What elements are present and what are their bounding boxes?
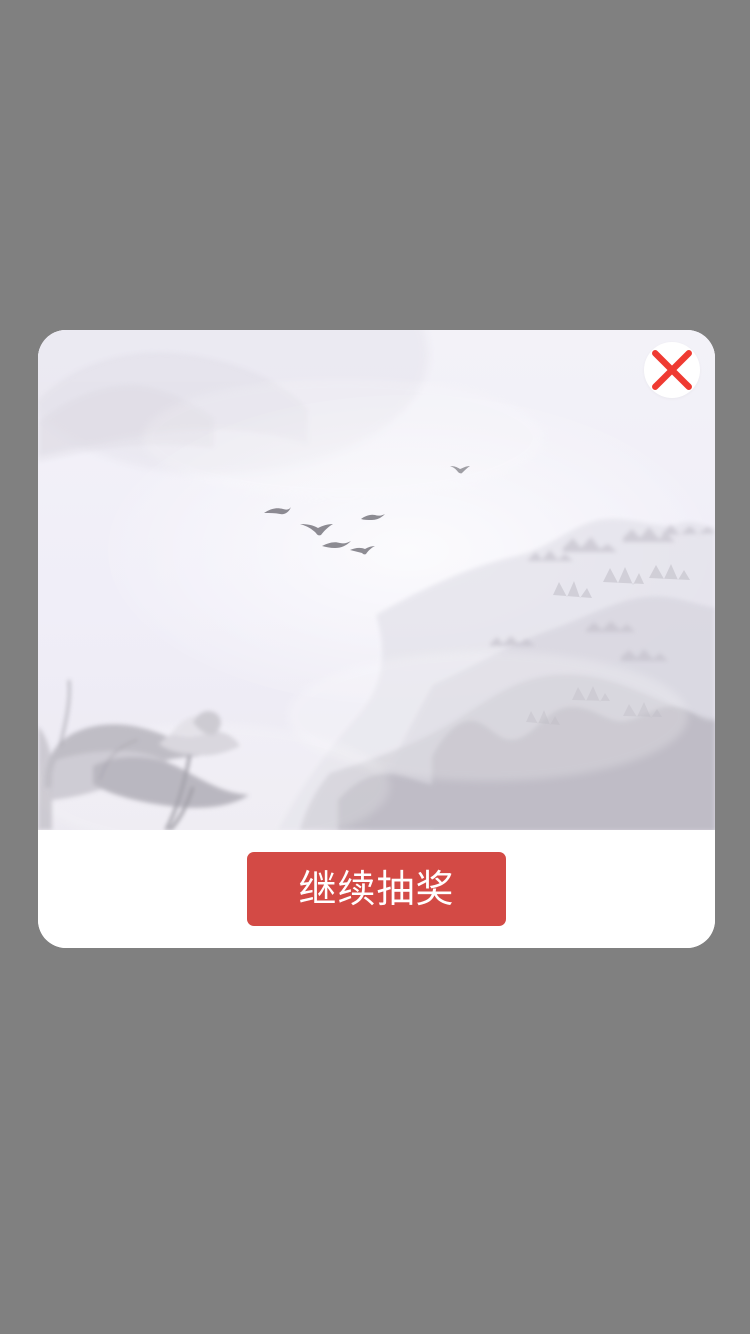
close-button[interactable]: [644, 342, 700, 398]
ink-landscape-artwork: [38, 330, 715, 830]
close-icon: [652, 350, 692, 390]
dialog-footer: 继续抽奖: [38, 830, 715, 948]
ink-landscape-illustration: [38, 330, 715, 830]
continue-draw-button[interactable]: 继续抽奖: [247, 852, 506, 926]
reward-dialog: 继续抽奖: [38, 330, 715, 948]
